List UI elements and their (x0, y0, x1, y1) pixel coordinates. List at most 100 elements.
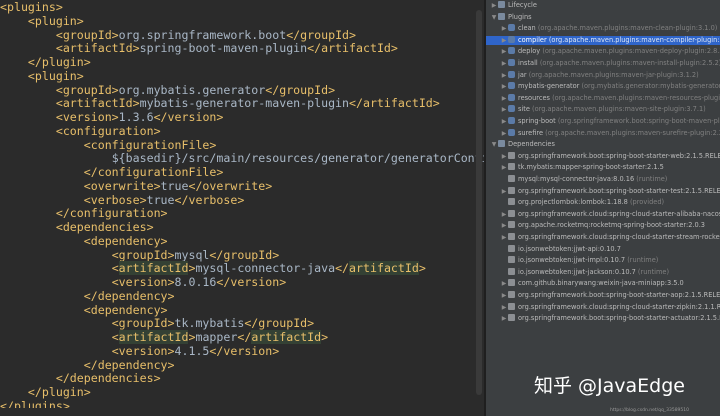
xml-tag: <verbose> (83, 192, 147, 207)
tree-item-detail: (org.springframework.boot:spring-boot-ma… (557, 117, 720, 125)
code-line[interactable]: <groupId>org.mybatis.generator</groupId> (0, 83, 484, 98)
code-line[interactable]: <groupId>mysql</groupId> (0, 248, 484, 263)
tree-item[interactable]: ▶ install (org.apache.maven.plugins:maven… (486, 59, 720, 68)
xml-tag: <dependency> (83, 233, 168, 248)
code-line[interactable]: <dependency> (0, 303, 484, 318)
code-line[interactable]: </dependency> (0, 358, 484, 373)
code-line[interactable]: <overwrite>true</overwrite> (0, 179, 484, 194)
chevron-right-icon[interactable]: ▶ (500, 129, 508, 138)
chevron-right-icon[interactable]: ▶ (500, 117, 508, 126)
chevron-right-icon[interactable]: ▶ (500, 152, 508, 161)
code-line[interactable]: <version>8.0.16</version> (0, 275, 484, 290)
code-line[interactable]: <configuration> (0, 124, 484, 139)
tree-group-lifecycle[interactable]: ▶ Lifecycle (486, 1, 720, 10)
code-line[interactable]: </plugin> (0, 385, 484, 400)
tree-item[interactable]: io.jsonwebtoken:jjwt-jackson:0.10.7 (run… (486, 267, 720, 277)
tree-item[interactable]: io.jsonwebtoken:jjwt-impl:0.10.7 (runtim… (486, 256, 720, 265)
lib-icon (508, 291, 515, 298)
tree-item[interactable]: ▶ org.springframework.boot:spring-boot-st… (486, 291, 720, 300)
xml-tag: <configurationFile> (83, 137, 217, 152)
code-line[interactable]: <dependencies> (0, 220, 484, 235)
tree-item[interactable]: ▶ deploy (org.apache.maven.plugins:maven-… (486, 47, 720, 56)
tree-item[interactable]: ▶ resources (org.apache.maven.plugins:mav… (486, 93, 720, 103)
code-lines[interactable]: <plugins> <plugin> <groupId>org.springfr… (0, 0, 484, 414)
tree-item-detail: (org.apache.maven.plugins:maven-site-plu… (532, 105, 706, 114)
code-line[interactable]: <dependency> (0, 233, 484, 249)
editor-scrollbar[interactable] (476, 10, 482, 395)
tree-item[interactable]: ▶ surefire (org.apache.maven.plugins:mave… (486, 128, 720, 138)
tree-item[interactable]: ▶ spring-boot (org.springframework.boot:s… (486, 117, 720, 126)
chevron-right-icon[interactable]: ▶ (500, 71, 508, 80)
code-line[interactable]: ${basedir}/src/main/resources/generator/… (0, 151, 484, 166)
tree-item[interactable]: ▶ compiler (org.apache.maven.plugins:mave… (486, 35, 720, 45)
tree-item[interactable]: io.jsonwebtoken:jjwt-api:0.10.7 (486, 244, 720, 254)
tree-item[interactable]: ▶ org.springframework.cloud:spring-cloud-… (486, 233, 720, 242)
xml-code-editor[interactable]: <plugins> <plugin> <groupId>org.springfr… (0, 0, 484, 416)
tree-item[interactable]: ▶ org.springframework.boot:spring-boot-st… (486, 314, 720, 323)
chevron-right-icon[interactable]: ▶ (490, 1, 498, 10)
tree-item[interactable]: ▶ com.github.binarywang:weixin-java-minia… (486, 279, 720, 288)
tree-item-label: surefire (518, 128, 544, 137)
xml-tag: </dependency> (83, 288, 175, 303)
tree-group-dependencies[interactable]: ▼ Dependencies (486, 140, 720, 149)
code-line[interactable]: <artifactId>mapper</artifactId> (0, 330, 484, 345)
tree-item[interactable]: mysql:mysql-connector-java:8.0.16 (runti… (486, 175, 720, 184)
code-line[interactable]: </configurationFile> (0, 165, 484, 180)
chevron-down-icon[interactable]: ▼ (490, 140, 498, 149)
chevron-right-icon[interactable]: ▶ (500, 59, 508, 68)
code-line[interactable]: <artifactId>spring-boot-maven-plugin</ar… (0, 41, 484, 56)
code-line[interactable]: <groupId>org.springframework.boot</group… (0, 27, 484, 43)
code-line[interactable]: <groupId>tk.mybatis</groupId> (0, 316, 484, 331)
code-line[interactable]: <plugins> (0, 0, 484, 15)
tree-item[interactable]: ▶ org.springframework.boot:spring-boot-st… (486, 151, 720, 161)
folder-icon (498, 12, 505, 20)
chevron-down-icon[interactable]: ▼ (490, 13, 498, 22)
xml-tag: <groupId> (55, 27, 119, 42)
tree-item[interactable]: ▶ org.apache.rocketmq:rocketmq-spring-boo… (486, 221, 720, 230)
chevron-right-icon[interactable]: ▶ (500, 105, 508, 114)
tree-item[interactable]: ▶ jar (org.apache.maven.plugins:maven-jar… (486, 70, 720, 80)
code-line[interactable]: </dependency> (0, 288, 484, 304)
tree-item[interactable]: ▶ org.springframework.boot:spring-boot-st… (486, 186, 720, 196)
code-line[interactable]: <plugin> (0, 69, 484, 84)
xml-text: 4.1.5 (174, 343, 210, 358)
chevron-right-icon[interactable]: ▶ (500, 314, 508, 323)
code-line[interactable]: <artifactId>mybatis-generator-maven-plug… (0, 96, 484, 111)
chevron-right-icon[interactable]: ▶ (500, 221, 508, 230)
chevron-right-icon[interactable]: ▶ (500, 47, 508, 56)
chevron-right-icon[interactable]: ▶ (500, 163, 508, 172)
code-line[interactable]: <configurationFile> (0, 137, 484, 153)
code-line[interactable]: <version>1.3.6</version> (0, 110, 484, 125)
code-line[interactable]: <version>4.1.5</version> (0, 343, 484, 359)
chevron-right-icon[interactable]: ▶ (500, 279, 508, 288)
code-line[interactable]: <artifactId>mysql-connector-java</artifa… (0, 261, 484, 276)
chevron-right-icon[interactable]: ▶ (500, 82, 508, 91)
tree-item-label: io.jsonwebtoken:jjwt-impl:0.10.7 (518, 256, 626, 265)
chevron-right-icon[interactable]: ▶ (500, 210, 508, 219)
tree-item[interactable]: ▶ site (org.apache.maven.plugins:maven-si… (486, 105, 720, 114)
chevron-right-icon[interactable]: ▶ (500, 94, 508, 103)
chevron-right-icon[interactable]: ▶ (500, 24, 508, 33)
chevron-right-icon[interactable]: ▶ (500, 187, 508, 196)
chevron-right-icon[interactable]: ▶ (500, 233, 508, 242)
tree-item[interactable]: ▶ mybatis-generator (org.mybatis.generato… (486, 82, 720, 91)
tree-item[interactable]: org.projectlombok:lombok:1.18.8 (provide… (486, 198, 720, 207)
chevron-right-icon[interactable]: ▶ (500, 303, 508, 312)
tree-item-label: Dependencies (508, 140, 555, 149)
chevron-right-icon[interactable]: ▶ (500, 36, 508, 45)
chevron-right-icon[interactable]: ▶ (500, 291, 508, 300)
code-line[interactable]: <plugin> (0, 14, 484, 29)
code-line[interactable]: </configuration> (0, 206, 484, 221)
tree-item[interactable]: ▶ org.springframework.cloud:spring-cloud-… (486, 209, 720, 219)
maven-tool-window: ▶ Lifecycle ▼ Plugins ▶ clean (org.apache.mav… (486, 0, 720, 416)
tree-item[interactable]: ▶ tk.mybatis:mapper-spring-boot-starter:2… (486, 163, 720, 172)
tree-group-plugins[interactable]: ▼ Plugins (486, 12, 720, 22)
tree-item[interactable]: ▶ org.springframework.cloud:spring-cloud-… (486, 302, 720, 312)
code-line[interactable]: <verbose>true</verbose> (0, 192, 484, 208)
code-line[interactable]: </plugin> (0, 55, 484, 70)
tree-item[interactable]: ▶ clean (org.apache.maven.plugins:maven-c… (486, 24, 720, 33)
code-line[interactable]: </dependencies> (0, 371, 484, 386)
